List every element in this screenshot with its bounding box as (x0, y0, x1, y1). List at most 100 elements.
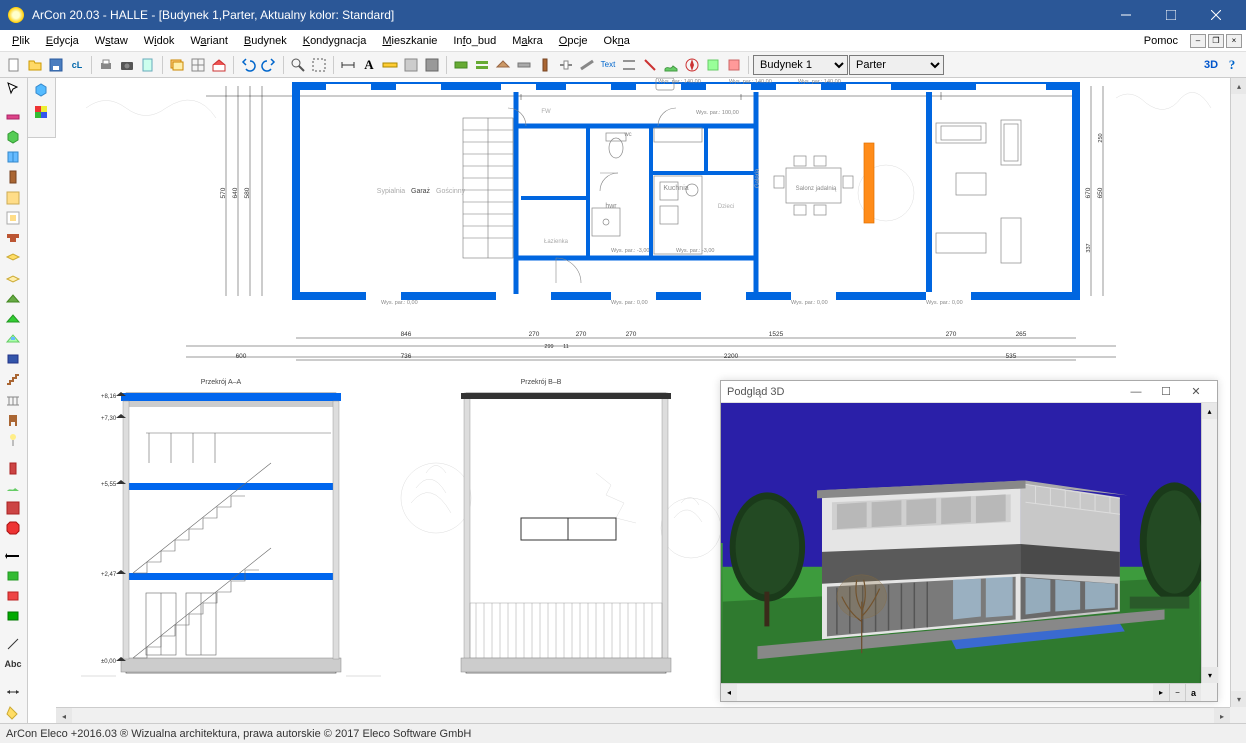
preview-close-button[interactable]: ✕ (1181, 381, 1211, 403)
zoom-button[interactable] (288, 55, 308, 75)
undo-button[interactable] (238, 55, 258, 75)
window-tool[interactable] (2, 148, 24, 166)
lamp-tool[interactable] (2, 431, 24, 449)
menu-makra[interactable]: Makra (504, 33, 551, 49)
dimension-tool[interactable] (2, 683, 24, 701)
stamp-button[interactable] (724, 55, 744, 75)
scroll-left-button[interactable]: ◂ (56, 708, 72, 723)
railing-tool[interactable] (2, 390, 24, 408)
menu-wstaw[interactable]: Wstaw (87, 33, 136, 49)
dim-chain-button[interactable] (619, 55, 639, 75)
preview-maximize-button[interactable]: ☐ (1151, 381, 1181, 403)
brick-tool[interactable] (2, 229, 24, 247)
fill-tool[interactable] (2, 703, 24, 721)
save-cl-button[interactable]: cL (67, 55, 87, 75)
wall-straight-tool[interactable] (2, 108, 24, 126)
scroll-up-button[interactable]: ▴ (1231, 78, 1246, 94)
camera-button[interactable] (117, 55, 137, 75)
measure-button[interactable] (380, 55, 400, 75)
stairs-tool[interactable] (2, 370, 24, 388)
help-button[interactable]: ? (1222, 55, 1242, 75)
text-button[interactable]: Text (598, 55, 618, 75)
opening-button[interactable] (556, 55, 576, 75)
menu-pomoc[interactable]: Pomoc (1136, 33, 1186, 49)
preview-3d-window[interactable]: Podgląd 3D — ☐ ✕ (720, 380, 1218, 702)
furniture-tool[interactable] (2, 411, 24, 429)
room-tool[interactable] (2, 188, 24, 206)
preview-horizontal-scrollbar[interactable]: ◂ ▸ − a (721, 683, 1201, 701)
maximize-button[interactable] (1148, 0, 1193, 30)
cursor-tool[interactable] (2, 80, 24, 98)
new-file-button[interactable] (4, 55, 24, 75)
compass-button[interactable] (682, 55, 702, 75)
menu-wariant[interactable]: Wariant (182, 33, 236, 49)
hatch2-button[interactable] (422, 55, 442, 75)
plot-button[interactable] (703, 55, 723, 75)
line-draw-tool[interactable] (2, 635, 24, 653)
preview-3d-viewport[interactable] (721, 403, 1201, 683)
save-button[interactable] (46, 55, 66, 75)
chimney-tool[interactable] (2, 458, 24, 476)
menu-infobud[interactable]: Info_bud (445, 33, 504, 49)
red-panel-tool[interactable] (2, 587, 24, 605)
floor-tool[interactable] (2, 249, 24, 267)
column-button[interactable] (535, 55, 555, 75)
menu-plik[interactable]: Plik (4, 33, 38, 49)
minimize-button[interactable] (1103, 0, 1148, 30)
cube-tool[interactable] (2, 128, 24, 146)
view-3d-button[interactable]: 3D (1201, 55, 1221, 75)
preview-3d-titlebar[interactable]: Podgląd 3D — ☐ ✕ (721, 381, 1217, 403)
ceiling-tool[interactable] (2, 269, 24, 287)
site-tool[interactable] (2, 499, 24, 517)
zoom-extents-button[interactable] (309, 55, 329, 75)
dark-panel-tool[interactable] (2, 607, 24, 625)
iso-view-button[interactable] (30, 80, 52, 100)
door-tool[interactable] (2, 168, 24, 186)
building-select[interactable]: Budynek 1 (753, 55, 848, 75)
import-button[interactable] (138, 55, 158, 75)
roof-button[interactable] (493, 55, 513, 75)
stop-tool[interactable] (2, 519, 24, 537)
wall-layer-button[interactable] (472, 55, 492, 75)
dimension-line-button[interactable] (338, 55, 358, 75)
preview-minimize-button[interactable]: — (1121, 381, 1151, 403)
menu-kondygnacja[interactable]: Kondygnacja (295, 33, 375, 49)
house-button[interactable] (209, 55, 229, 75)
terrain-button[interactable] (661, 55, 681, 75)
menu-opcje[interactable]: Opcje (551, 33, 596, 49)
green-panel-tool[interactable] (2, 567, 24, 585)
beam-button[interactable] (577, 55, 597, 75)
dormer-tool[interactable] (2, 310, 24, 328)
grid-button[interactable] (188, 55, 208, 75)
menu-okna[interactable]: Okna (596, 33, 638, 49)
opening-tool[interactable] (2, 209, 24, 227)
close-button[interactable] (1193, 0, 1238, 30)
vertical-scrollbar[interactable]: ▴ ▾ (1230, 78, 1246, 707)
preview-vertical-scrollbar[interactable]: ▴ ▾ (1201, 403, 1217, 683)
roof-tool-side[interactable] (2, 289, 24, 307)
menu-widok[interactable]: Widok (136, 33, 183, 49)
skylight-tool[interactable] (2, 330, 24, 348)
hatch1-button[interactable] (401, 55, 421, 75)
print-button[interactable] (96, 55, 116, 75)
text-a-button[interactable]: A (359, 55, 379, 75)
slab-button[interactable] (514, 55, 534, 75)
open-file-button[interactable] (25, 55, 45, 75)
wall-tool-button[interactable] (451, 55, 471, 75)
menu-mieszkanie[interactable]: Mieszkanie (374, 33, 445, 49)
mdi-restore[interactable]: ❐ (1208, 34, 1224, 48)
redo-button[interactable] (259, 55, 279, 75)
color-palette-button[interactable] (30, 102, 52, 122)
scroll-right-button[interactable]: ▸ (1214, 708, 1230, 723)
terrain-edit-tool[interactable] (2, 479, 24, 497)
mdi-minimize[interactable]: – (1190, 34, 1206, 48)
floor-select[interactable]: Parter (849, 55, 944, 75)
horizontal-scrollbar[interactable]: ◂ ▸ (56, 707, 1230, 723)
section-line-tool[interactable] (2, 547, 24, 565)
scroll-down-button[interactable]: ▾ (1231, 691, 1246, 707)
abc-text-tool[interactable]: Abc (2, 655, 24, 673)
section-button[interactable] (640, 55, 660, 75)
layers-button[interactable] (167, 55, 187, 75)
menu-budynek[interactable]: Budynek (236, 33, 295, 49)
mdi-close[interactable]: × (1226, 34, 1242, 48)
